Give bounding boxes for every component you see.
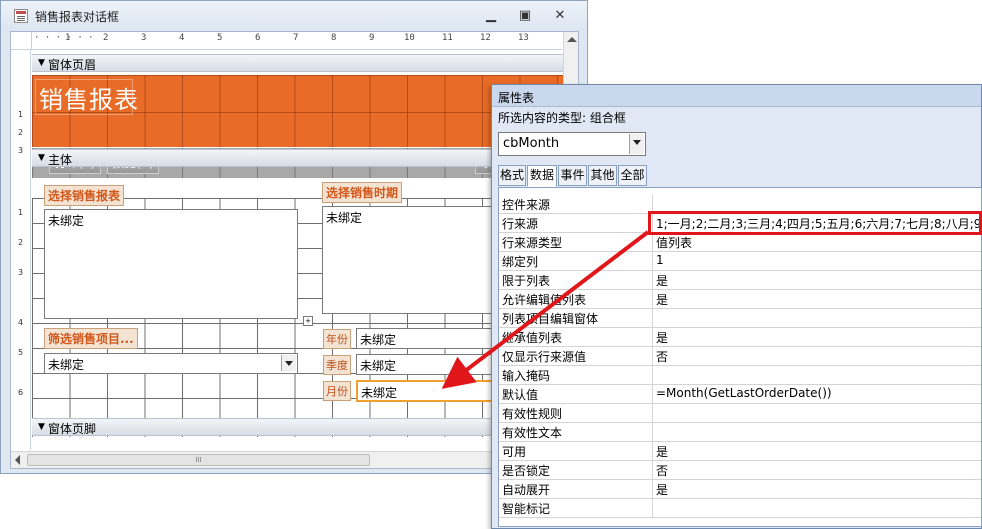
ruler-tick: 3: [141, 33, 147, 43]
vruler-tick: 2: [18, 128, 24, 137]
vruler-tick: 3: [18, 146, 24, 155]
move-handle-icon[interactable]: +: [303, 316, 313, 326]
horizontal-scrollbar[interactable]: III: [11, 451, 563, 468]
vruler-tick: 1: [18, 208, 24, 217]
select-period-label[interactable]: 选择销售时期: [322, 182, 403, 203]
select-report-label[interactable]: 选择销售报表: [44, 185, 125, 206]
property-sheet-title: 属性表: [498, 91, 535, 105]
restore-button[interactable]: ▣: [514, 7, 536, 25]
property-row-default-value[interactable]: 默认值 =Month(GetLastOrderDate()): [499, 385, 981, 404]
tab-all[interactable]: 全部: [618, 165, 647, 186]
property-row-row-source-type[interactable]: 行来源类型 值列表: [499, 233, 981, 252]
scroll-thumb[interactable]: III: [27, 454, 370, 466]
detail-section-bar[interactable]: ▼ 主体: [32, 149, 563, 167]
ruler-tick: 5: [217, 33, 223, 43]
ruler-tick: 12: [480, 33, 491, 43]
tab-other[interactable]: 其他: [588, 165, 617, 186]
property-row-locked[interactable]: 是否锁定否: [499, 461, 981, 480]
property-row-input-mask[interactable]: 输入掩码: [499, 366, 981, 385]
ruler-tick: 8: [331, 33, 337, 43]
vruler-tick: 3: [18, 268, 24, 277]
horizontal-ruler: · · · · · · 1 2 3 4 5 6 7 8 9 10 11 12 1…: [32, 33, 562, 50]
report-list-box[interactable]: 未绑定: [44, 209, 298, 319]
tab-format[interactable]: 格式: [498, 165, 526, 186]
minimize-button[interactable]: ▁: [480, 7, 502, 25]
property-row-bound-column[interactable]: 绑定列 1: [499, 252, 981, 271]
ruler-tick: 6: [255, 33, 261, 43]
header-section-bar[interactable]: ▼ 窗体页眉: [32, 54, 563, 72]
form-icon: [14, 9, 28, 23]
ruler-tick: 7: [293, 33, 299, 43]
footer-section-label: 窗体页脚: [48, 422, 97, 436]
ruler-tick: 9: [369, 33, 375, 43]
object-selector-value: cbMonth: [503, 136, 560, 151]
form-window-title: 销售报表对话框: [35, 10, 120, 24]
header-section-label: 窗体页眉: [48, 58, 97, 72]
ruler-tick: 2: [103, 33, 109, 43]
month-label[interactable]: 月份: [323, 381, 351, 401]
filter-label[interactable]: 筛选销售项目...: [44, 328, 138, 349]
property-row-allow-value-list-edits[interactable]: 允许编辑值列表是: [499, 290, 981, 309]
section-expand-icon: ▼: [38, 153, 45, 163]
vruler-tick: 2: [18, 238, 24, 247]
property-row-enabled[interactable]: 可用是: [499, 442, 981, 461]
ruler-corner[interactable]: [11, 32, 32, 50]
property-grid: 控件来源 行来源 1;一月;2;二月;3;三月;4;四月;5;五月;6;六月;7;…: [498, 187, 982, 527]
section-expand-icon: ▼: [38, 422, 45, 432]
property-sheet: 属性表 所选内容的类型: 组合框 cbMonth 格式 数据 事件 其他 全部 …: [491, 84, 982, 529]
property-row-validation-rule[interactable]: 有效性规则: [499, 404, 981, 423]
property-row-inherit-value-list[interactable]: 继承值列表是: [499, 328, 981, 347]
scroll-left-icon[interactable]: [15, 455, 20, 465]
vruler-tick: 4: [18, 318, 24, 327]
property-row-smart-tags[interactable]: 智能标记: [499, 499, 981, 518]
tab-event[interactable]: 事件: [558, 165, 587, 186]
ruler-tick: 11: [442, 33, 453, 43]
property-row-show-only-row-source-values[interactable]: 仅显示行来源值否: [499, 347, 981, 366]
vruler-tick: 5: [18, 348, 24, 357]
ruler-tick: 13: [518, 33, 529, 43]
property-row-validation-text[interactable]: 有效性文本: [499, 423, 981, 442]
row-source-highlight: [648, 211, 982, 235]
vruler-tick: 6: [18, 388, 24, 397]
year-label[interactable]: 年份: [323, 329, 351, 349]
ruler-tick: 4: [179, 33, 185, 43]
form-title[interactable]: 销售报表: [39, 80, 139, 115]
close-button[interactable]: ✕: [549, 7, 571, 25]
dropdown-arrow-icon[interactable]: [629, 134, 644, 154]
property-row-list-items-edit-form[interactable]: 列表项目编辑窗体: [499, 309, 981, 328]
tab-data[interactable]: 数据: [527, 165, 557, 187]
vertical-ruler: 1 2 3 1 2 3 4 5 6: [11, 50, 31, 450]
dropdown-arrow-icon[interactable]: [281, 355, 296, 371]
property-sheet-titlebar: 属性表: [492, 85, 981, 107]
quarter-label[interactable]: 季度: [323, 355, 351, 375]
footer-section-bar[interactable]: ▼ 窗体页脚: [32, 418, 563, 436]
property-row-limit-to-list[interactable]: 限于列表是: [499, 271, 981, 290]
scroll-up-icon[interactable]: [567, 37, 577, 42]
filter-combo[interactable]: 未绑定: [44, 353, 298, 374]
ruler-tick: 10: [404, 33, 415, 43]
selection-type: 所选内容的类型: 组合框: [498, 111, 626, 125]
section-expand-icon: ▼: [38, 58, 45, 68]
vruler-tick: 1: [18, 110, 24, 119]
ruler-tick: 1: [65, 33, 71, 43]
filter-combo-value: 未绑定: [48, 358, 85, 372]
property-row-auto-expand[interactable]: 自动展开是: [499, 480, 981, 499]
form-titlebar: 销售报表对话框 ▁ ▣ ✕: [1, 1, 587, 31]
footer-band: [32, 437, 563, 451]
detail-section-label: 主体: [48, 153, 73, 167]
object-selector[interactable]: cbMonth: [498, 132, 646, 156]
